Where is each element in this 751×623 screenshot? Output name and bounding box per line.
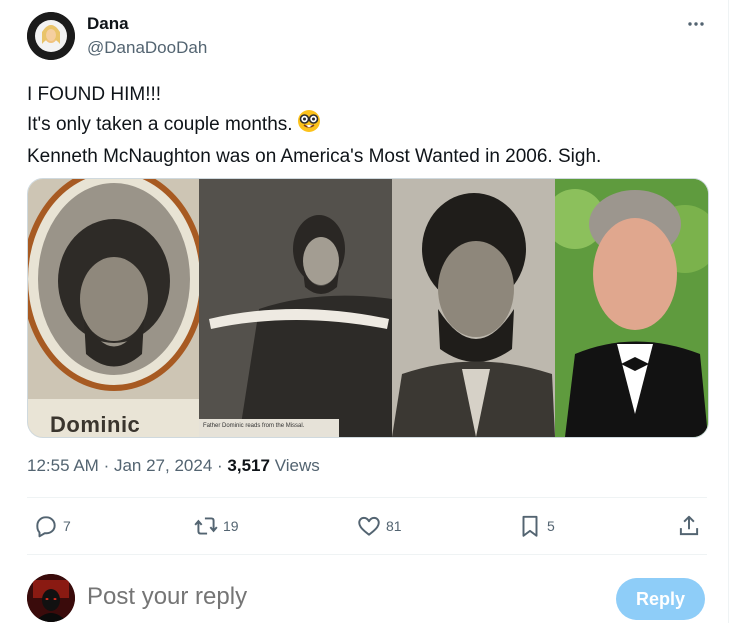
- repost-action-button[interactable]: 19: [193, 512, 239, 540]
- author-avatar[interactable]: [27, 12, 75, 60]
- reply-button[interactable]: Reply: [616, 578, 705, 620]
- post-date[interactable]: Jan 27, 2024: [114, 456, 212, 475]
- divider: [27, 554, 707, 555]
- current-user-avatar[interactable]: [27, 574, 75, 622]
- repost-count: 19: [223, 518, 239, 534]
- more-icon: [688, 22, 704, 26]
- reply-action-button[interactable]: 7: [33, 512, 71, 540]
- views-count: 3,517: [227, 456, 270, 475]
- bookmark-action-button[interactable]: 5: [517, 512, 555, 540]
- photo-panel-3[interactable]: [392, 179, 555, 437]
- reply-count: 7: [63, 518, 71, 534]
- tweet-line-1: I FOUND HIM!!!: [27, 84, 162, 105]
- tweet-line-2: It's only taken a couple months.: [27, 109, 707, 142]
- meta-separator: ·: [103, 456, 110, 475]
- author-name[interactable]: Dana: [87, 14, 129, 34]
- panel-1-caption: Dominic: [50, 412, 141, 437]
- meta-separator: ·: [217, 456, 223, 475]
- photo-panel-1[interactable]: Dominic: [28, 179, 199, 437]
- post-card: Dana @DanaDooDah I FOUND HIM!!! It's onl…: [0, 0, 729, 623]
- photo-panel-2[interactable]: Father Dominic reads from the Missal.: [199, 179, 392, 437]
- like-count: 81: [386, 518, 402, 534]
- author-handle[interactable]: @DanaDooDah: [87, 38, 207, 58]
- like-action-button[interactable]: 81: [356, 512, 402, 540]
- post-meta: 12:55 AM · Jan 27, 2024 · 3,517 Views: [27, 456, 320, 476]
- reply-icon: [36, 516, 56, 538]
- bookmark-icon: [522, 515, 538, 537]
- more-options-button[interactable]: [682, 10, 710, 38]
- nerd-face-icon: [297, 109, 321, 142]
- photo-panel-4[interactable]: [555, 179, 708, 437]
- divider: [27, 497, 707, 498]
- share-icon: [679, 515, 699, 536]
- reply-input[interactable]: [87, 583, 567, 611]
- views-label: Views: [274, 456, 320, 475]
- panel-2-caption: Father Dominic reads from the Missal.: [203, 423, 305, 429]
- post-time[interactable]: 12:55 AM: [27, 456, 99, 475]
- media-grid[interactable]: Dominic Father Dominic reads from the Mi…: [27, 178, 709, 438]
- share-action-button[interactable]: [676, 512, 702, 540]
- heart-icon: [358, 516, 380, 536]
- tweet-line-3: Kenneth McNaughton was on America's Most…: [27, 146, 602, 167]
- repost-icon: [194, 517, 218, 535]
- bookmark-count: 5: [547, 518, 555, 534]
- tweet-text: I FOUND HIM!!! It's only taken a couple …: [27, 80, 707, 171]
